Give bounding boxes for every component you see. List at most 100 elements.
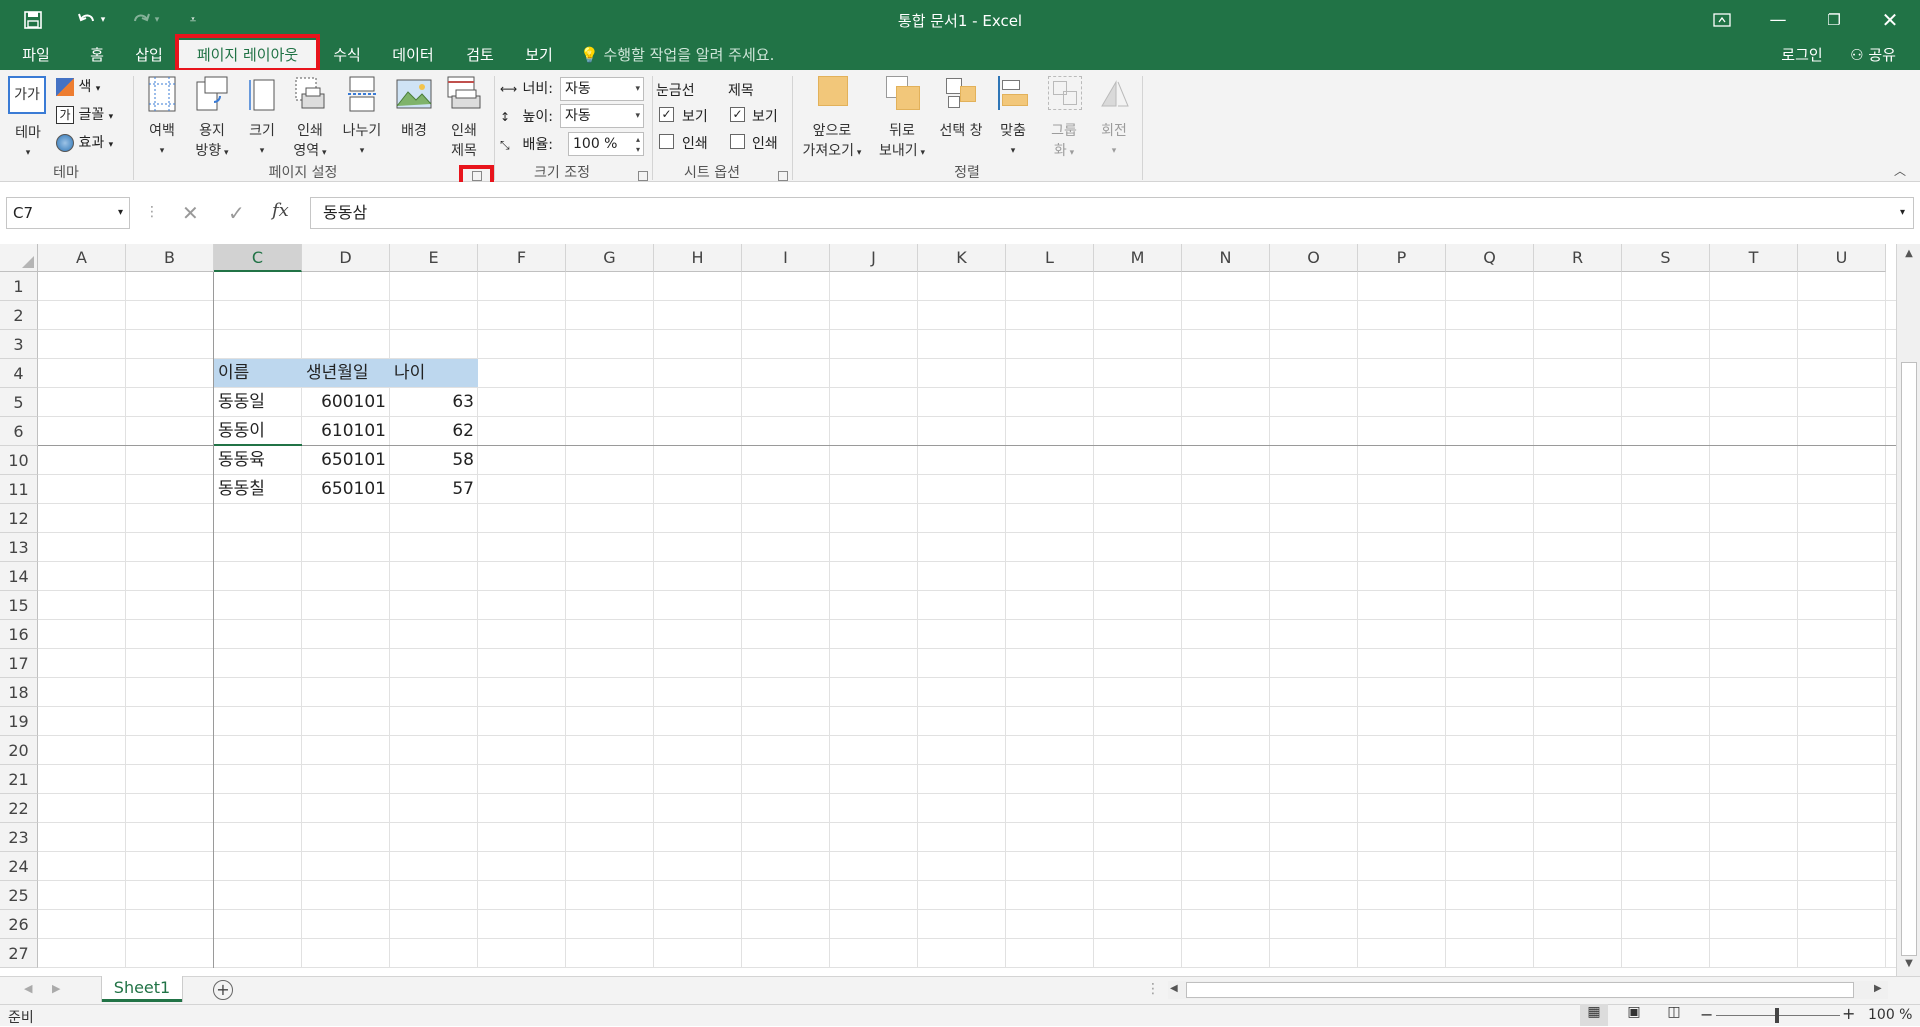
table-cell[interactable]: 63 <box>390 388 478 416</box>
tab-insert[interactable]: 삽입 <box>128 40 170 70</box>
row-header-26[interactable]: 26 <box>0 910 38 939</box>
row-header-4[interactable]: 4 <box>0 359 38 388</box>
column-header-s[interactable]: S <box>1622 244 1710 272</box>
table-cell[interactable]: 동동칠 <box>214 475 302 503</box>
headings-print-checkbox[interactable] <box>730 134 745 149</box>
scale-spinner[interactable]: 100 % ▴ ▾ <box>568 132 644 156</box>
column-header-p[interactable]: P <box>1358 244 1446 272</box>
margins-button[interactable]: 여백 ▾ <box>140 76 184 162</box>
column-header-k[interactable]: K <box>918 244 1006 272</box>
column-header-b[interactable]: B <box>126 244 214 272</box>
row-header-1[interactable]: 1 <box>0 272 38 301</box>
group-button[interactable]: 그룹 화 ▾ <box>1040 76 1088 162</box>
enter-icon[interactable]: ✓ <box>228 201 245 225</box>
tab-file[interactable]: 파일 <box>14 40 58 70</box>
table-header-cell[interactable]: 나이 <box>390 359 478 387</box>
row-header-23[interactable]: 23 <box>0 823 38 852</box>
table-cell[interactable]: 동동일 <box>214 388 302 416</box>
row-header-15[interactable]: 15 <box>0 591 38 620</box>
page-break-preview-icon[interactable]: ◫ <box>1660 1004 1688 1026</box>
sheet-options-dialog-launcher-icon[interactable] <box>778 171 788 181</box>
align-button[interactable]: 맞춤 ▾ <box>992 76 1034 162</box>
table-header-cell[interactable]: 생년월일 <box>302 359 390 387</box>
column-header-g[interactable]: G <box>566 244 654 272</box>
horizontal-scrollbar[interactable]: ◀ ▶ <box>1168 981 1888 999</box>
zoom-slider-thumb[interactable] <box>1775 1008 1779 1023</box>
scale-dialog-launcher-icon[interactable] <box>638 171 648 181</box>
table-cell[interactable]: 600101 <box>302 388 390 416</box>
tab-home[interactable]: 홈 <box>80 40 114 70</box>
column-header-h[interactable]: H <box>654 244 742 272</box>
row-header-5[interactable]: 5 <box>0 388 38 417</box>
new-sheet-icon[interactable]: + <box>213 980 233 1000</box>
column-header-c[interactable]: C <box>214 244 302 272</box>
normal-view-icon[interactable]: ▦ <box>1580 1004 1608 1026</box>
cancel-icon[interactable]: ✕ <box>182 201 199 225</box>
gridlines-print-checkbox[interactable] <box>659 134 674 149</box>
row-header-10[interactable]: 10 <box>0 446 38 475</box>
print-area-button[interactable]: 인쇄 영역 ▾ <box>288 76 332 162</box>
row-header-24[interactable]: 24 <box>0 852 38 881</box>
name-box[interactable]: C7 ▾ <box>6 197 130 229</box>
column-header-m[interactable]: M <box>1094 244 1182 272</box>
table-cell[interactable]: 동동이 <box>214 417 302 445</box>
column-header-l[interactable]: L <box>1006 244 1094 272</box>
row-header-14[interactable]: 14 <box>0 562 38 591</box>
tab-formulas[interactable]: 수식 <box>326 40 368 70</box>
theme-colors-button[interactable]: 색 ▾ <box>56 76 126 96</box>
horizontal-scroll-thumb[interactable] <box>1186 982 1854 998</box>
column-header-o[interactable]: O <box>1270 244 1358 272</box>
scroll-down-icon[interactable]: ▼ <box>1902 958 1916 972</box>
tab-splitter-icon[interactable]: ⋮ <box>1146 981 1160 997</box>
row-header-17[interactable]: 17 <box>0 649 38 678</box>
row-header-6[interactable]: 6 <box>0 417 38 446</box>
print-titles-button[interactable]: 인쇄 제목 <box>442 76 486 162</box>
column-header-e[interactable]: E <box>390 244 478 272</box>
scroll-tabs-left-icon[interactable]: ◀ <box>24 982 32 995</box>
column-header-f[interactable]: F <box>478 244 566 272</box>
table-cell[interactable]: 650101 <box>302 475 390 503</box>
row-header-21[interactable]: 21 <box>0 765 38 794</box>
column-header-j[interactable]: J <box>830 244 918 272</box>
row-header-3[interactable]: 3 <box>0 330 38 359</box>
width-select[interactable]: 자동 ▾ <box>560 77 644 101</box>
worksheet-grid[interactable]: ABCDEFGHIJKLMNOPQRSTU 1 2 3 4 5 6 10 11 12 13 14 15… <box>0 244 1920 976</box>
collapse-ribbon-icon[interactable]: ︿ <box>1894 162 1906 179</box>
vertical-scrollbar[interactable]: ▲ ▼ <box>1896 244 1920 976</box>
scroll-up-icon[interactable]: ▲ <box>1902 248 1916 262</box>
scroll-left-icon[interactable]: ◀ <box>1170 983 1178 994</box>
size-button[interactable]: 크기 ▾ <box>242 76 282 162</box>
zoom-in-icon[interactable]: + <box>1842 1004 1855 1023</box>
table-header-cell[interactable]: 이름 <box>214 359 302 387</box>
row-header-16[interactable]: 16 <box>0 620 38 649</box>
selection-pane-button[interactable]: 선택 창 <box>934 76 988 162</box>
table-cell[interactable]: 동동육 <box>214 446 302 474</box>
rotate-button[interactable]: 회전 ▾ <box>1092 76 1136 162</box>
tab-view[interactable]: 보기 <box>518 40 560 70</box>
formula-input[interactable]: 동동삼 ▾ <box>310 197 1914 229</box>
background-button[interactable]: 배경 <box>392 76 436 162</box>
zoom-level[interactable]: 100 % <box>1868 1007 1912 1023</box>
spin-arrows-icon[interactable]: ▴ ▾ <box>636 135 640 155</box>
column-header-q[interactable]: Q <box>1446 244 1534 272</box>
send-backward-button[interactable]: 뒤로 보내기 ▾ <box>872 76 932 162</box>
tell-me-box[interactable]: 💡 수행할 작업을 알려 주세요. <box>580 40 800 70</box>
table-cell[interactable]: 610101 <box>302 417 390 445</box>
row-header-18[interactable]: 18 <box>0 678 38 707</box>
insert-function-icon[interactable]: fx <box>272 200 289 221</box>
ribbon-display-icon[interactable] <box>1694 0 1750 40</box>
minimize-icon[interactable]: — <box>1750 0 1806 40</box>
tab-data[interactable]: 데이터 <box>387 40 439 70</box>
expand-formula-bar-icon[interactable]: ▾ <box>1900 198 1905 228</box>
select-all-corner[interactable] <box>0 244 38 272</box>
gridlines-view-checkbox[interactable]: ✓ <box>659 107 674 122</box>
orientation-button[interactable]: 용지 방향 ▾ <box>190 76 234 162</box>
page-layout-view-icon[interactable]: ▣ <box>1620 1004 1648 1026</box>
bring-forward-button[interactable]: 앞으로 가져오기 ▾ <box>796 76 868 162</box>
share-button[interactable]: ⚇ 공유 <box>1838 40 1908 70</box>
vertical-scroll-thumb[interactable] <box>1901 362 1917 956</box>
column-header-a[interactable]: A <box>38 244 126 272</box>
headings-view-checkbox[interactable]: ✓ <box>730 107 745 122</box>
table-cell[interactable]: 62 <box>390 417 478 445</box>
row-header-12[interactable]: 12 <box>0 504 38 533</box>
